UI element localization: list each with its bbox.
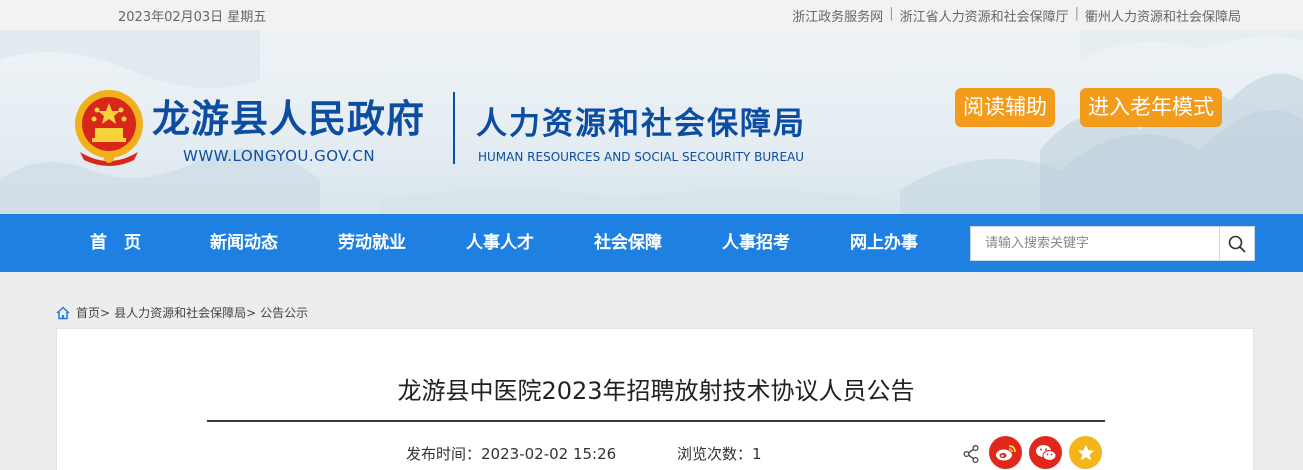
link-separator: | [1074, 6, 1079, 21]
nav-item-recruitment[interactable]: 人事招考 [722, 214, 790, 272]
search-icon [1228, 235, 1246, 252]
search-input[interactable] [971, 227, 1219, 260]
link-zhejiang-gov-service[interactable]: 浙江政务服务网 [792, 6, 883, 25]
bureau-name: 人力资源和社会保障局 [476, 106, 806, 142]
link-zhejiang-hrss[interactable]: 浙江省人力资源和社会保障厅 [900, 6, 1069, 25]
site-url: WWW.LONGYOU.GOV.CN [183, 147, 376, 165]
article-title: 龙游县中医院2023年招聘放射技术协议人员公告 [397, 377, 915, 405]
publish-label: 发布时间： [406, 445, 482, 463]
nav-item-employment[interactable]: 劳动就业 [338, 214, 406, 272]
views-value: 1 [752, 445, 762, 463]
header-divider [453, 92, 455, 164]
views-label: 浏览次数： [677, 445, 753, 463]
breadcrumb-bureau[interactable]: 县人力资源和社会保障局> [114, 304, 256, 321]
header-banner: 龙游县人民政府 WWW.LONGYOU.GOV.CN 人力资源和社会保障局 HU… [0, 30, 1303, 214]
elder-mode-button[interactable]: 进入老年模式 [1080, 88, 1222, 127]
top-bar: 2023年02月03日 星期五 浙江政务服务网 | 浙江省人力资源和社会保障厅 … [0, 0, 1303, 30]
favorite-button[interactable] [1069, 436, 1102, 469]
search-button[interactable] [1219, 227, 1254, 260]
publish-time: 发布时间：2023-02-02 15:26 [406, 443, 616, 464]
nav-item-online-services[interactable]: 网上办事 [850, 214, 918, 272]
article-card: 龙游县中医院2023年招聘放射技术协议人员公告 发布时间：2023-02-02 … [56, 328, 1254, 470]
view-count: 浏览次数：1 [677, 443, 762, 464]
weibo-icon [995, 444, 1016, 460]
home-icon [56, 305, 70, 319]
weibo-share-button[interactable] [989, 436, 1022, 469]
title-divider [207, 420, 1105, 422]
main-nav: 首 页 新闻动态 劳动就业 人事人才 社会保障 人事招考 网上办事 [0, 214, 1303, 272]
breadcrumb-home[interactable]: 首页> [76, 304, 110, 321]
search-box [970, 226, 1255, 261]
publish-value: 2023-02-02 15:26 [481, 445, 617, 463]
bureau-name-english: HUMAN RESOURCES AND SOCIAL SECOURITY BUR… [478, 150, 805, 164]
reading-aid-button[interactable]: 阅读辅助 [955, 88, 1055, 127]
national-emblem-icon [75, 90, 143, 166]
wechat-share-button[interactable] [1029, 436, 1062, 469]
nav-item-personnel[interactable]: 人事人才 [466, 214, 534, 272]
link-separator: | [889, 6, 894, 21]
nav-item-home[interactable]: 首 页 [90, 214, 141, 272]
star-icon [1077, 444, 1094, 460]
share-icon[interactable] [963, 445, 979, 463]
link-quzhou-hrss[interactable]: 衢州人力资源和社会保障局 [1085, 6, 1241, 25]
nav-item-news[interactable]: 新闻动态 [210, 214, 278, 272]
breadcrumb: 首页> 县人力资源和社会保障局> 公告公示 [56, 304, 308, 321]
site-name[interactable]: 龙游县人民政府 [152, 88, 425, 143]
breadcrumb-current[interactable]: 公告公示 [260, 304, 308, 321]
current-date: 2023年02月03日 星期五 [118, 10, 267, 25]
top-links: 浙江政务服务网 | 浙江省人力资源和社会保障厅 | 衢州人力资源和社会保障局 [792, 6, 1241, 25]
wechat-icon [1035, 444, 1056, 461]
nav-item-social-security[interactable]: 社会保障 [594, 214, 662, 272]
